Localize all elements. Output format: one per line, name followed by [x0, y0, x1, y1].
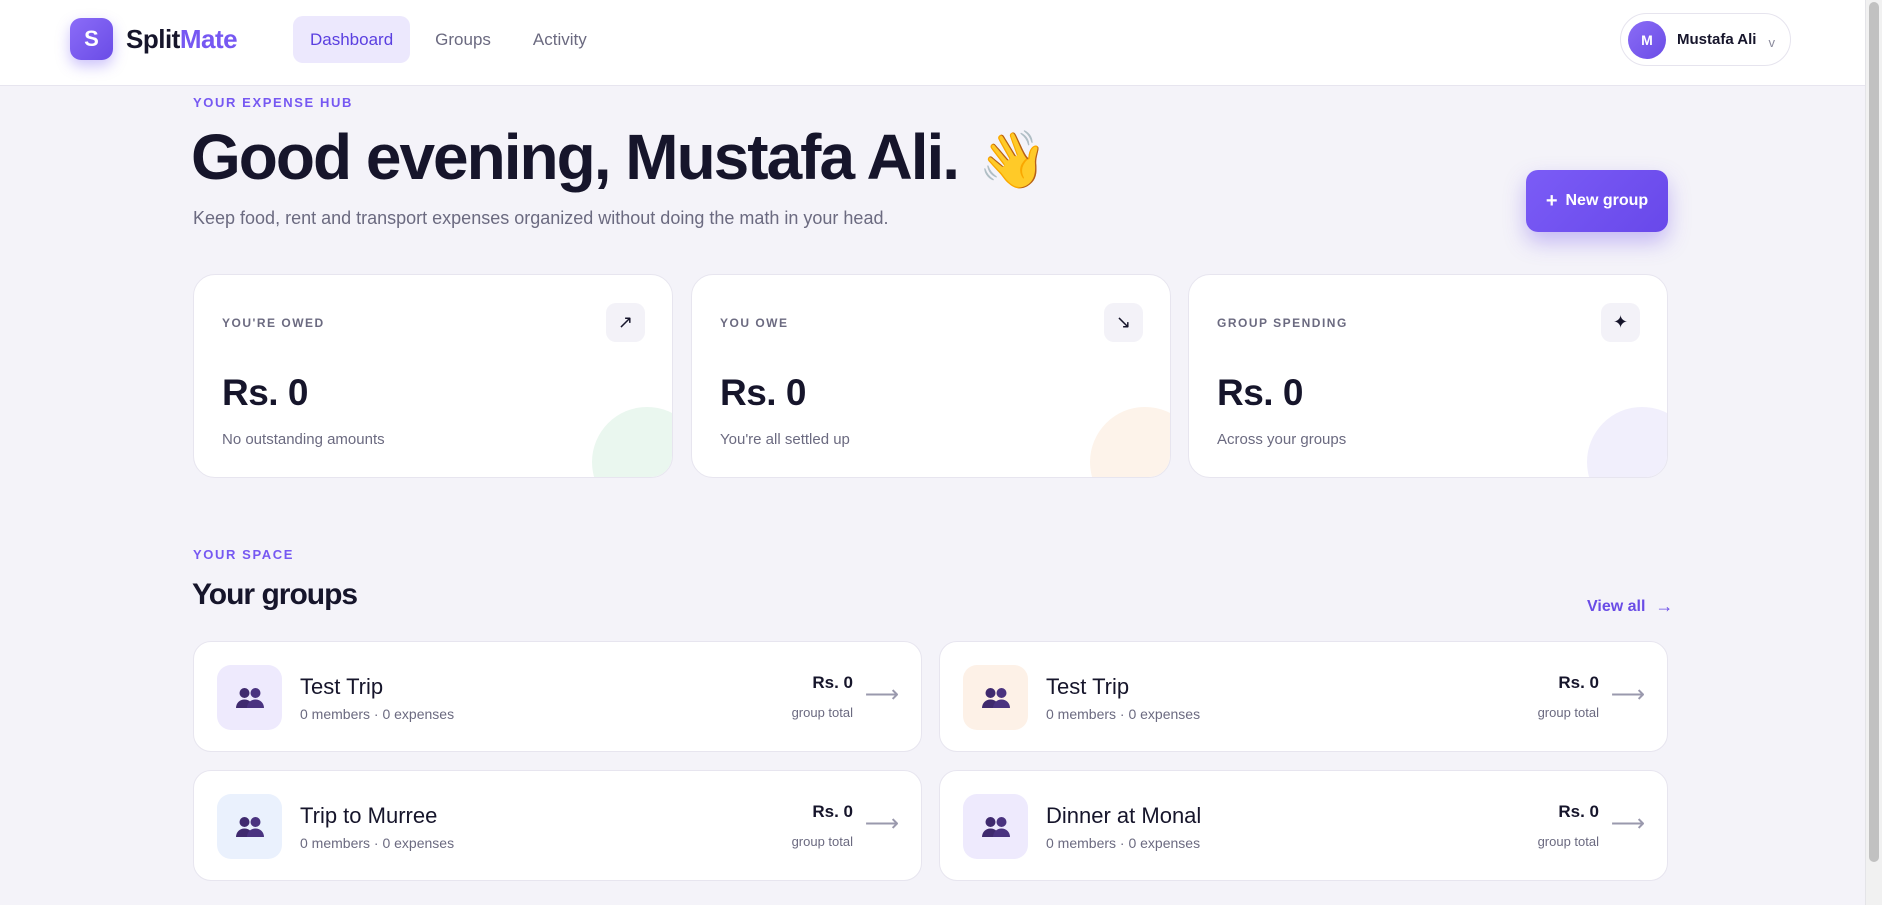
new-group-button[interactable]: + New group [1526, 170, 1668, 232]
nav-item-groups[interactable]: Groups [418, 16, 508, 63]
stat-card-owed: YOU'RE OWED ↗ Rs. 0 No outstanding amoun… [193, 274, 673, 478]
arrow-right-icon: ⟶ [864, 810, 899, 837]
user-name: Mustafa Ali [1677, 31, 1757, 48]
groups-eyebrow: YOUR SPACE [193, 547, 294, 562]
stat-label: YOU OWE [720, 316, 789, 330]
groups-section-title: Your groups [192, 578, 358, 611]
group-people-icon [217, 665, 282, 730]
avatar: M [1628, 20, 1666, 59]
group-name: Test Trip [1046, 674, 1130, 699]
stat-card-owe: YOU OWE ↘ Rs. 0 You're all settled up [691, 274, 1171, 478]
group-total: Rs. 0 [812, 802, 853, 821]
hero-subtitle: Keep food, rent and transport expenses o… [193, 208, 889, 228]
view-all-label: View all [1587, 597, 1646, 615]
brand-name: SplitMate [126, 23, 238, 55]
group-total-label: group total [1537, 834, 1599, 849]
scrollbar-thumb[interactable] [1869, 2, 1879, 862]
group-total-label: group total [791, 834, 853, 849]
group-people-icon [963, 665, 1028, 730]
user-menu-button[interactable]: M Mustafa Ali v [1620, 13, 1791, 66]
group-people-icon [217, 794, 282, 859]
arrow-right-icon: ⟶ [1610, 681, 1645, 708]
group-meta: 0 members · 0 expenses [300, 706, 455, 722]
arrow-right-icon: → [1655, 596, 1674, 616]
brand-logo-icon: S [70, 18, 113, 60]
arrow-down-right-icon: ↘ [1104, 303, 1143, 342]
greeting-text: Good evening, Mustafa Ali. [191, 121, 960, 193]
waving-hand-icon: 👋 [978, 128, 1048, 191]
brand-name-part1: Split [126, 23, 180, 54]
sparkle-icon: ✦ [1601, 303, 1640, 342]
brand-name-part2: Mate [179, 23, 238, 54]
page-scrollbar[interactable] [1865, 0, 1882, 905]
group-total: Rs. 0 [1558, 673, 1599, 692]
group-total: Rs. 0 [1558, 802, 1599, 821]
arrow-right-icon: ⟶ [864, 681, 899, 708]
group-name: Trip to Murree [300, 803, 438, 828]
group-name: Dinner at Monal [1046, 803, 1202, 828]
group-meta: 0 members · 0 expenses [1046, 835, 1201, 851]
group-name: Test Trip [300, 674, 384, 699]
hero-eyebrow: YOUR EXPENSE HUB [193, 95, 353, 110]
stat-card-group-spending: GROUP SPENDING ✦ Rs. 0 Across your group… [1188, 274, 1668, 478]
top-navbar: S SplitMate Dashboard Groups Activity M … [0, 0, 1865, 86]
group-card-trip-to-murree[interactable]: Trip to Murree 0 members · 0 expenses Rs… [193, 770, 922, 881]
stat-value: Rs. 0 [1217, 372, 1303, 413]
nav-item-dashboard[interactable]: Dashboard [293, 16, 411, 63]
group-total: Rs. 0 [812, 673, 853, 692]
arrow-up-right-icon: ↗ [606, 303, 645, 342]
group-total-label: group total [791, 705, 853, 720]
group-card-dinner-at-monal[interactable]: Dinner at Monal 0 members · 0 expenses R… [939, 770, 1668, 881]
decorative-blob [592, 407, 672, 477]
plus-icon: + [1545, 189, 1558, 212]
decorative-blob [1090, 407, 1170, 477]
chevron-down-icon: v [1768, 35, 1775, 50]
decorative-blob [1587, 407, 1667, 477]
group-card-test-trip-2[interactable]: Test Trip 0 members · 0 expenses Rs. 0 g… [939, 641, 1668, 752]
group-total-label: group total [1537, 705, 1599, 720]
stat-value: Rs. 0 [720, 372, 806, 413]
stat-note: No outstanding amounts [222, 431, 385, 448]
new-group-label: New group [1565, 192, 1649, 209]
stat-note: Across your groups [1217, 431, 1347, 448]
view-all-link[interactable]: View all → [1587, 596, 1673, 617]
group-card-test-trip-1[interactable]: Test Trip 0 members · 0 expenses Rs. 0 g… [193, 641, 922, 752]
stat-note: You're all settled up [720, 431, 850, 448]
group-meta: 0 members · 0 expenses [300, 835, 455, 851]
group-meta: 0 members · 0 expenses [1046, 706, 1201, 722]
stat-label: GROUP SPENDING [1217, 316, 1348, 330]
stat-value: Rs. 0 [222, 372, 308, 413]
arrow-right-icon: ⟶ [1610, 810, 1645, 837]
brand[interactable]: S SplitMate [70, 18, 238, 60]
page-title: Good evening, Mustafa Ali. 👋 [191, 120, 1048, 194]
nav-item-activity[interactable]: Activity [516, 16, 604, 63]
main-nav: Dashboard Groups Activity [293, 16, 604, 63]
group-people-icon [963, 794, 1028, 859]
stat-label: YOU'RE OWED [222, 316, 325, 330]
